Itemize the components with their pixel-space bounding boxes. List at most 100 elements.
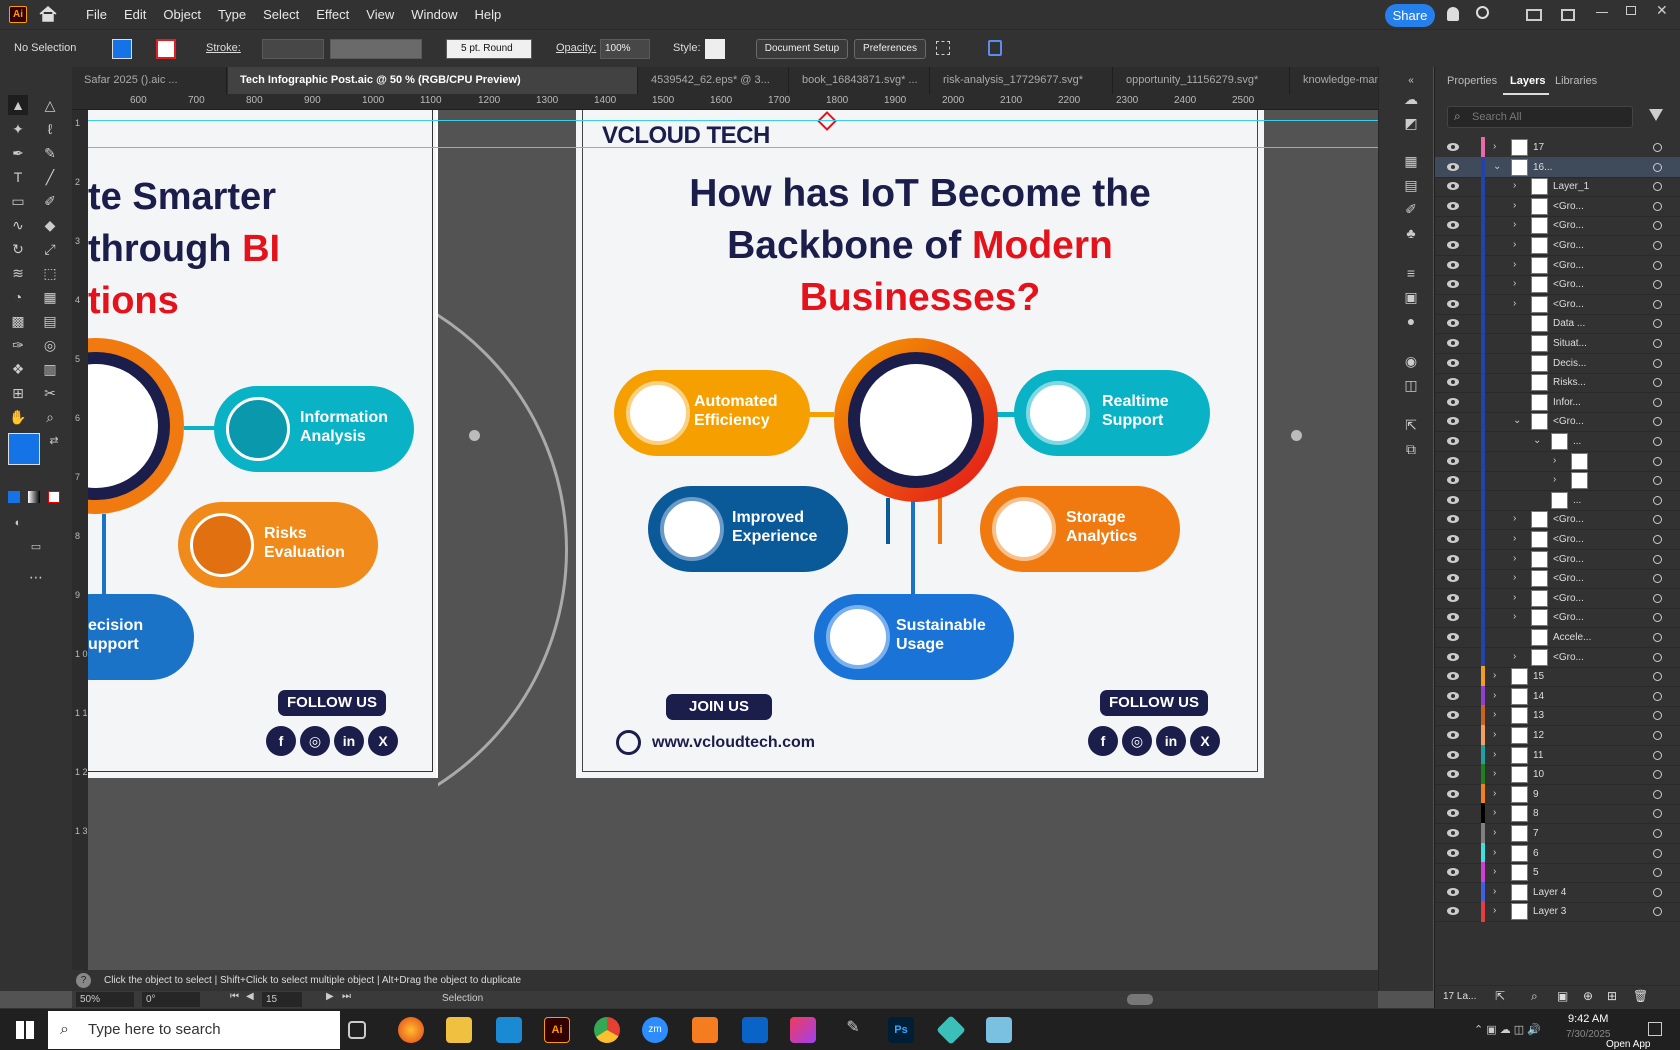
menu-view[interactable]: View [366, 0, 394, 29]
expand-arrow-icon[interactable]: › [1493, 768, 1496, 779]
pen-app-icon[interactable]: ✎ [840, 1017, 866, 1043]
target-circle-icon[interactable] [1653, 829, 1662, 838]
slice-tool-icon[interactable]: ✂ [40, 383, 60, 403]
layer-row[interactable]: › <Gro... [1435, 293, 1680, 315]
artboard-number-field[interactable]: 15 [262, 992, 302, 1007]
magic-wand-icon[interactable]: ✦ [8, 119, 28, 139]
more-tools-icon[interactable]: ⋯ [26, 567, 46, 587]
layer-row[interactable]: Situat... [1435, 333, 1680, 354]
expand-arrow-icon[interactable]: › [1513, 278, 1516, 289]
layer-row[interactable]: ⌄ 16... [1435, 156, 1680, 178]
expand-arrow-icon[interactable]: › [1513, 513, 1516, 524]
gradient-panel-icon[interactable]: ▣ [1401, 287, 1421, 307]
notifications-icon[interactable] [1648, 1022, 1662, 1036]
gradient-tool-icon[interactable]: ▤ [40, 311, 60, 331]
filter-icon[interactable] [1649, 109, 1663, 121]
visibility-eye-icon[interactable] [1446, 337, 1460, 349]
line-tool-icon[interactable]: ╱ [40, 167, 60, 187]
visibility-eye-icon[interactable] [1446, 866, 1460, 878]
visibility-eye-icon[interactable] [1446, 219, 1460, 231]
expand-arrow-icon[interactable]: › [1493, 807, 1496, 818]
visibility-eye-icon[interactable] [1446, 847, 1460, 859]
eyedropper-icon[interactable]: ✑ [8, 335, 28, 355]
first-artboard-icon[interactable]: ⏮ [230, 991, 239, 1002]
visibility-eye-icon[interactable] [1446, 161, 1460, 173]
visibility-eye-icon[interactable] [1446, 631, 1460, 643]
target-circle-icon[interactable] [1653, 241, 1662, 250]
visibility-eye-icon[interactable] [1446, 317, 1460, 329]
target-circle-icon[interactable] [1653, 593, 1662, 603]
scale-tool-icon[interactable]: ⤢ [40, 239, 60, 259]
make-clip-mask-icon[interactable]: ▣ [1557, 989, 1568, 1003]
expand-arrow-icon[interactable]: › [1493, 670, 1496, 681]
expand-arrow-icon[interactable]: › [1493, 729, 1496, 740]
artboard-tool-icon[interactable]: ⊞ [8, 383, 28, 403]
target-circle-icon[interactable] [1653, 495, 1662, 505]
layer-row[interactable]: ... [1435, 489, 1680, 511]
visibility-eye-icon[interactable] [1446, 376, 1460, 388]
visibility-eye-icon[interactable] [1446, 807, 1460, 819]
document-setup-button[interactable]: Document Setup [756, 39, 848, 59]
curvature-tool-icon[interactable]: ✎ [40, 143, 60, 163]
lasso-icon[interactable]: ℓ [40, 119, 60, 139]
expand-arrow-icon[interactable]: › [1513, 298, 1516, 309]
tab-libraries[interactable]: Libraries [1555, 75, 1597, 87]
target-circle-icon[interactable] [1653, 201, 1662, 211]
visibility-eye-icon[interactable] [1446, 709, 1460, 721]
stroke-weight-field[interactable] [262, 39, 324, 59]
target-circle-icon[interactable] [1653, 809, 1662, 819]
visibility-eye-icon[interactable] [1446, 533, 1460, 545]
expand-arrow-icon[interactable]: › [1513, 651, 1516, 662]
target-circle-icon[interactable] [1653, 554, 1662, 564]
arrange-icon[interactable] [1526, 9, 1542, 21]
expand-arrow-icon[interactable]: ⌄ [1493, 161, 1501, 172]
app-notes-icon[interactable] [986, 1017, 1012, 1043]
target-circle-icon[interactable] [1653, 868, 1662, 878]
photoshop-icon[interactable]: Ps [888, 1017, 914, 1043]
visibility-eye-icon[interactable] [1446, 749, 1460, 761]
visibility-eye-icon[interactable] [1446, 572, 1460, 584]
minimize-icon[interactable] [1596, 12, 1608, 13]
visibility-eye-icon[interactable] [1446, 827, 1460, 839]
brush-field[interactable]: 5 pt. Round [446, 39, 532, 59]
layer-row[interactable]: › <Gro... [1435, 568, 1680, 590]
color-mode-icon[interactable] [8, 491, 20, 503]
draw-mode-icon[interactable]: ◐ [8, 513, 28, 533]
target-circle-icon[interactable] [1653, 887, 1662, 897]
search-icon[interactable] [1476, 6, 1489, 19]
target-circle-icon[interactable] [1653, 789, 1662, 799]
graphic-styles-icon[interactable]: ◫ [1401, 375, 1421, 395]
screen-mode-icon[interactable]: ▭ [26, 537, 46, 557]
horizontal-scroll-thumb[interactable] [1127, 994, 1153, 1005]
next-artboard-icon[interactable]: ▶ [326, 991, 334, 1002]
artboards-panel-icon[interactable]: ⧉ [1401, 439, 1421, 459]
artboard-canvas[interactable]: te Smarter through BI tions Information … [88, 110, 1378, 970]
firefox-icon[interactable] [398, 1017, 424, 1043]
target-circle-icon[interactable] [1653, 417, 1662, 427]
arc-handle-right[interactable] [1291, 430, 1302, 441]
swatches-icon[interactable]: ▤ [1401, 175, 1421, 195]
layer-row[interactable]: › 15 [1435, 666, 1680, 688]
zoom-tool-icon[interactable]: ⌕ [40, 407, 60, 427]
target-circle-icon[interactable] [1653, 515, 1662, 525]
target-circle-icon[interactable] [1653, 535, 1662, 544]
target-circle-icon[interactable] [1653, 437, 1662, 446]
symbols-icon[interactable]: ♣ [1401, 223, 1421, 243]
menu-type[interactable]: Type [218, 0, 246, 29]
expand-arrow-icon[interactable]: › [1493, 827, 1496, 838]
expand-arrow-icon[interactable]: › [1513, 219, 1516, 230]
layer-row[interactable]: › [1435, 450, 1680, 472]
target-circle-icon[interactable] [1653, 143, 1662, 152]
close-icon[interactable]: ✕ [1656, 2, 1668, 19]
pen-tool-icon[interactable]: ✒ [8, 143, 28, 163]
visibility-eye-icon[interactable] [1446, 886, 1460, 898]
expand-arrow-icon[interactable]: › [1493, 886, 1496, 897]
visibility-eye-icon[interactable] [1446, 455, 1460, 467]
fill-color-icon[interactable] [8, 433, 40, 465]
target-circle-icon[interactable] [1653, 378, 1662, 388]
visibility-eye-icon[interactable] [1446, 768, 1460, 780]
layer-row[interactable]: › <Gro... [1435, 215, 1680, 237]
target-circle-icon[interactable] [1653, 848, 1662, 858]
right-artboard[interactable]: VCLOUD TECH How has IoT Become the Backb… [576, 110, 1264, 778]
visibility-eye-icon[interactable] [1446, 180, 1460, 192]
